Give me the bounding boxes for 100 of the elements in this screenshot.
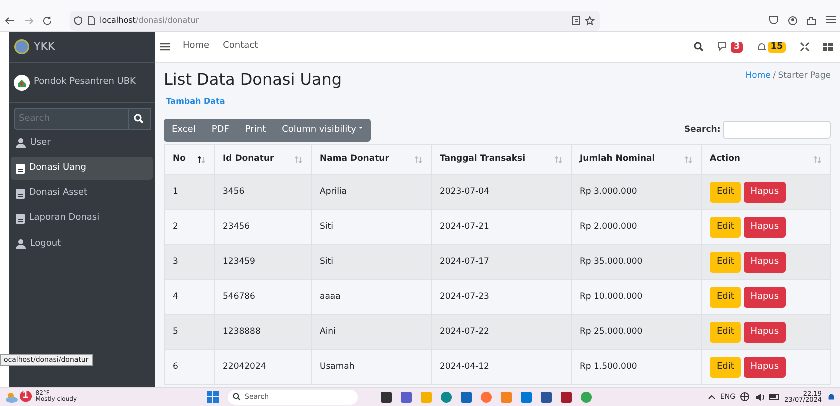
table-cell: 1238888 (214, 314, 312, 350)
table-cell: 2024-07-17 (432, 244, 572, 280)
expand-icon[interactable] (800, 42, 810, 52)
edit-button[interactable]: Edit (710, 252, 742, 273)
edit-button[interactable]: Edit (710, 182, 742, 203)
person-icon (16, 138, 26, 148)
document-icon (16, 214, 25, 224)
notification-count-badge: 15 (768, 42, 786, 52)
export-button[interactable]: Column visibility (274, 118, 371, 142)
url-text: localhost/donasi/donatur (100, 14, 200, 26)
table-cell: Rp 10.000.000 (572, 280, 702, 315)
search-icon (134, 114, 144, 124)
account-icon[interactable] (788, 16, 798, 26)
column-header[interactable]: No (164, 144, 214, 175)
star-icon[interactable] (585, 16, 595, 26)
table-cell: Rp 2.000.000 (572, 210, 702, 245)
sidebar-item[interactable]: Donasi Uang (11, 157, 153, 180)
reload-icon[interactable] (42, 16, 52, 25)
table-cell: 123459 (214, 244, 312, 280)
table-cell: Siti (312, 244, 432, 280)
column-header[interactable]: Action (702, 144, 830, 175)
table-cell: aaaa (312, 280, 432, 315)
nav-link[interactable]: Home (183, 40, 210, 54)
document-icon (16, 188, 25, 199)
nav-link[interactable]: Contact (223, 40, 258, 54)
delete-button[interactable]: Hapus (744, 322, 786, 343)
edit-button[interactable]: Edit (710, 216, 742, 238)
delete-button[interactable]: Hapus (744, 182, 786, 203)
sidebar-item[interactable]: Laporan Donasi (11, 208, 153, 230)
table-cell: 2024-07-23 (432, 280, 572, 315)
speaker-icon[interactable] (754, 392, 765, 402)
table-search-field[interactable] (723, 121, 831, 140)
table-cell: 546786 (214, 280, 312, 315)
table-cell: 2 (164, 210, 214, 245)
battery-icon[interactable] (769, 394, 780, 400)
search-label: Search: (684, 124, 721, 137)
address-bar[interactable]: localhost/donasi/donatur (70, 10, 600, 30)
table-cell: 6 (164, 350, 214, 385)
page-title: List Data Donasi Uang (164, 68, 342, 90)
table-cell: 2024-07-22 (432, 314, 572, 350)
sidebar-item[interactable]: User (11, 132, 153, 155)
menu-icon[interactable] (160, 43, 170, 51)
table-cell: 22042024 (214, 350, 312, 385)
export-button[interactable]: PDF (204, 118, 238, 142)
table-cell: 3 (164, 244, 214, 280)
breadcrumb-item: Starter Page (778, 70, 831, 82)
table-cell: Aini (312, 314, 432, 350)
bell-icon[interactable] (826, 392, 836, 402)
edit-button[interactable]: Edit (710, 286, 742, 308)
export-button[interactable]: Print (237, 118, 274, 142)
delete-button[interactable]: Hapus (744, 216, 786, 238)
bell-icon[interactable] (756, 42, 767, 52)
grid-icon[interactable] (823, 42, 834, 52)
table-cell: 2024-07-21 (432, 210, 572, 245)
table-cell: Aprilia (312, 174, 432, 210)
user-name[interactable]: Pondok Pesantren UBK (34, 76, 136, 90)
document-icon (16, 164, 25, 174)
table-cell: Rp 25.000.000 (572, 314, 702, 350)
network-icon[interactable] (740, 392, 750, 402)
table-cell: 3456 (214, 174, 312, 210)
column-header[interactable]: Tanggal Transaksi (432, 144, 572, 175)
delete-button[interactable]: Hapus (744, 356, 786, 378)
page-icon (88, 16, 96, 26)
pocket-icon[interactable] (768, 16, 778, 24)
search-icon (232, 393, 241, 401)
delete-button[interactable]: Hapus (744, 252, 786, 273)
shield-icon (74, 16, 83, 26)
menu-icon[interactable] (826, 16, 836, 24)
table-cell: 4 (164, 280, 214, 315)
sidebar-item[interactable]: Donasi Asset (11, 182, 153, 206)
column-header[interactable]: Nama Donatur (312, 144, 432, 175)
breadcrumb-item[interactable]: Home (746, 70, 771, 82)
message-count-badge: 3 (730, 42, 744, 52)
logo-icon (14, 39, 30, 55)
sidebar-item[interactable]: Logout (11, 232, 153, 256)
extensions-icon[interactable] (806, 16, 816, 26)
table-cell: 2024-04-12 (432, 350, 572, 385)
column-header[interactable]: Jumlah Nominal (572, 144, 702, 175)
back-icon[interactable] (4, 16, 14, 24)
table-cell: Usamah (312, 350, 432, 385)
table-cell: 5 (164, 314, 214, 350)
reader-icon[interactable] (572, 16, 580, 26)
table-cell: Rp 35.000.000 (572, 244, 702, 280)
search-icon[interactable] (694, 42, 704, 52)
table-cell: Rp 3.000.000 (572, 174, 702, 210)
export-button[interactable]: Excel (164, 118, 204, 142)
weather-badge: 1 (20, 391, 32, 402)
chevron-up-icon[interactable] (708, 394, 716, 400)
edit-button[interactable]: Edit (710, 322, 742, 343)
edit-button[interactable]: Edit (710, 356, 742, 378)
brand-text[interactable]: YKK (34, 38, 56, 56)
table-cell: 2023-07-04 (432, 174, 572, 210)
person-icon (16, 239, 26, 250)
search-button[interactable] (128, 108, 150, 130)
windows-start-icon[interactable] (207, 391, 220, 403)
table-cell: Rp 1.500.000 (572, 350, 702, 385)
table-cell: Siti (312, 210, 432, 245)
table-cell: 23456 (214, 210, 312, 245)
delete-button[interactable]: Hapus (744, 286, 786, 308)
avatar-icon (14, 74, 30, 90)
